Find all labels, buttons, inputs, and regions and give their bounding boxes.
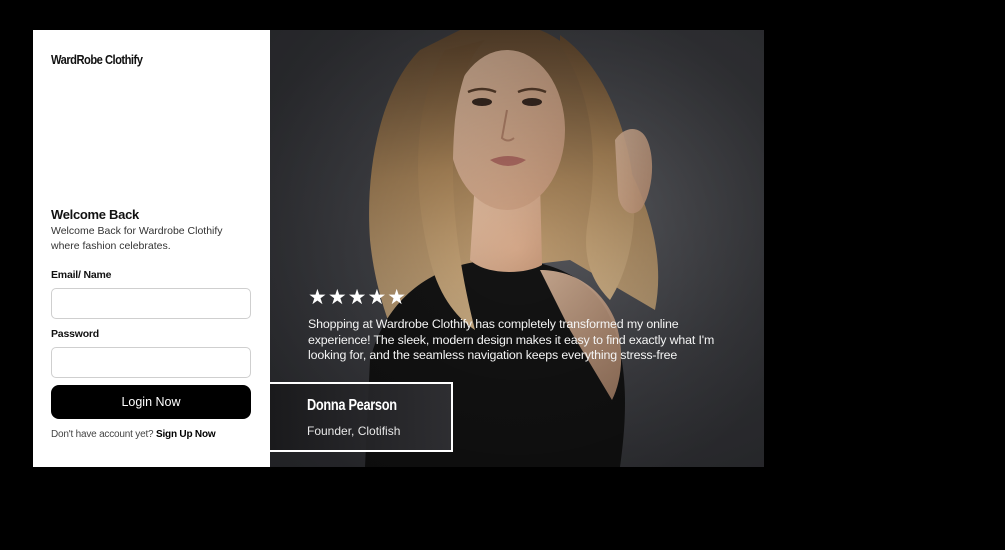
signup-prompt: Don't have account yet? Sign Up Now — [51, 429, 216, 440]
login-panel: WardRobe Clothify Welcome Back Welcome B… — [33, 30, 270, 467]
password-field[interactable] — [51, 347, 251, 378]
login-button[interactable]: Login Now — [51, 385, 251, 419]
email-field[interactable] — [51, 288, 251, 319]
testimonial-quote: Shopping at Wardrobe Clothify has comple… — [308, 317, 715, 362]
rating-stars: ★★★★★ — [308, 286, 408, 309]
welcome-title: Welcome Back — [51, 207, 139, 222]
hero-image-panel: ★★★★★ Shopping at Wardrobe Clothify has … — [270, 30, 764, 467]
password-label: Password — [51, 328, 100, 340]
welcome-subtitle: Welcome Back for Wardrobe Clothify where… — [51, 225, 223, 252]
author-role: Founder, Clotifish — [307, 424, 401, 438]
signup-prompt-text: Don't have account yet? — [51, 429, 154, 440]
login-frame: WardRobe Clothify Welcome Back Welcome B… — [33, 30, 764, 467]
email-label: Email/ Name — [51, 269, 112, 281]
signup-link[interactable]: Sign Up Now — [156, 429, 216, 440]
brand-logo[interactable]: WardRobe Clothify — [51, 52, 143, 67]
author-card: Donna Pearson Founder, Clotifish — [270, 382, 453, 452]
author-name: Donna Pearson — [307, 397, 397, 414]
